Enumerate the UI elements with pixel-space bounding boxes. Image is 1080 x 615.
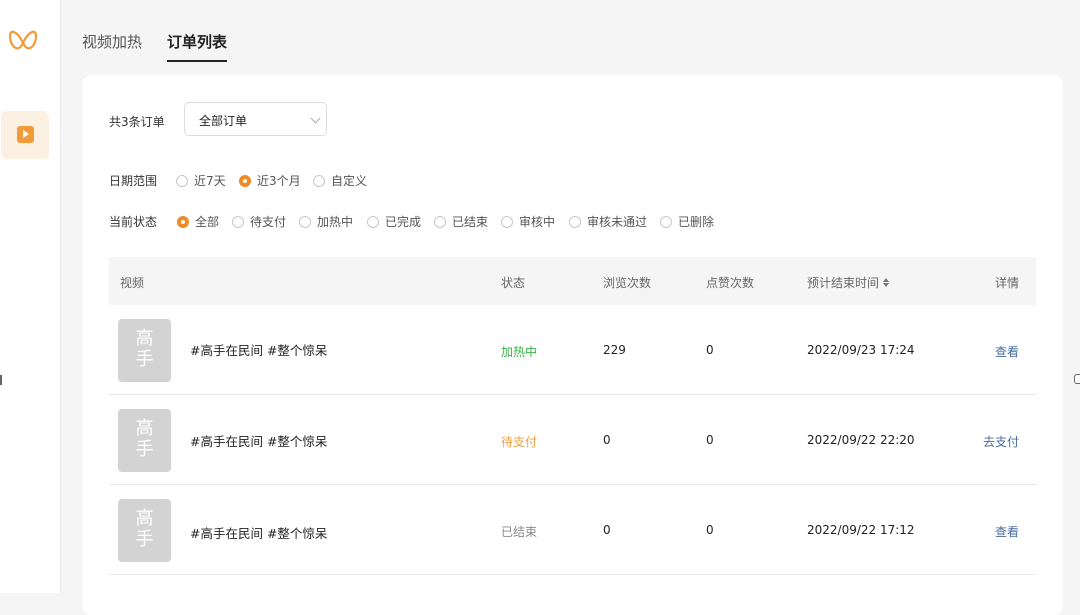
column-header-status: 状态 (501, 276, 526, 290)
video-title: #高手在民间 #整个惊呆 (190, 343, 328, 358)
likes-value: 0 (706, 343, 714, 357)
likes-value: 0 (706, 523, 714, 537)
video-title: #高手在民间 #整个惊呆 (190, 526, 328, 541)
pay-now-link[interactable]: 去支付 (983, 433, 1019, 450)
collapse-handle-left[interactable] (0, 375, 2, 385)
video-play-icon (17, 126, 34, 143)
sort-icon[interactable] (883, 278, 890, 287)
sidebar (0, 0, 61, 593)
tab-order-list[interactable]: 订单列表 (167, 31, 228, 62)
radio-icon (660, 216, 672, 228)
radio-icon (313, 175, 325, 187)
video-thumbnail[interactable]: 高 手 (118, 319, 171, 382)
status-badge: 加热中 (501, 345, 538, 359)
chevron-down-icon (310, 113, 321, 124)
order-count-label: 共3条订单 (109, 115, 165, 129)
views-value: 0 (603, 523, 611, 537)
status-option-completed[interactable]: 已完成 (367, 213, 421, 229)
radio-icon (299, 216, 311, 228)
order-type-select[interactable]: 全部订单 (184, 102, 327, 136)
radio-icon (232, 216, 244, 228)
radio-icon (434, 216, 446, 228)
tab-video-boost[interactable]: 视频加热 (82, 31, 142, 53)
butterfly-logo-icon (8, 30, 38, 50)
column-header-likes: 点赞次数 (706, 276, 755, 290)
radio-icon (569, 216, 581, 228)
video-title: #高手在民间 #整个惊呆 (190, 434, 328, 449)
radio-icon (501, 216, 513, 228)
radio-checked-icon (239, 175, 251, 187)
view-details-link[interactable]: 查看 (995, 523, 1019, 540)
status-label: 当前状态 (109, 215, 158, 229)
radio-icon (176, 175, 188, 187)
date-option-3months[interactable]: 近3个月 (239, 172, 301, 188)
order-list-card: 共3条订单 全部订单 日期范围 近7天 近3个月 自定义 当前状态 全部 待支付… (82, 75, 1063, 615)
end-time-value: 2022/09/22 17:12 (807, 523, 915, 537)
status-option-ended[interactable]: 已结束 (434, 213, 488, 229)
view-details-link[interactable]: 查看 (995, 343, 1019, 360)
date-option-custom[interactable]: 自定义 (313, 172, 367, 188)
table-row: 高 手 #高手在民间 #整个惊呆 已结束 0 0 2022/09/22 17:1… (109, 485, 1036, 575)
views-value: 0 (603, 433, 611, 447)
status-option-heating[interactable]: 加热中 (299, 213, 353, 229)
video-thumbnail[interactable]: 高 手 (118, 499, 171, 562)
column-header-views: 浏览次数 (603, 276, 652, 290)
column-header-details: 详情 (994, 276, 1019, 290)
collapse-handle-right[interactable] (1074, 374, 1080, 384)
status-badge: 已结束 (501, 525, 538, 539)
status-option-deleted[interactable]: 已删除 (660, 213, 714, 229)
table-row: 高 手 #高手在民间 #整个惊呆 加热中 229 0 2022/09/23 17… (109, 305, 1036, 395)
status-option-pending-payment[interactable]: 待支付 (232, 213, 286, 229)
date-range-label: 日期范围 (109, 174, 158, 188)
video-thumbnail[interactable]: 高 手 (118, 409, 171, 472)
table-row: 高 手 #高手在民间 #整个惊呆 待支付 0 0 2022/09/22 22:2… (109, 395, 1036, 485)
table-header: 视频 状态 浏览次数 点赞次数 预计结束时间 详情 (109, 257, 1036, 305)
column-header-end-time[interactable]: 预计结束时间 (807, 274, 890, 291)
sidebar-item-video[interactable] (1, 111, 49, 159)
views-value: 229 (603, 343, 626, 357)
likes-value: 0 (706, 433, 714, 447)
order-type-select-value: 全部订单 (199, 114, 248, 128)
date-option-7days[interactable]: 近7天 (176, 172, 226, 188)
end-time-value: 2022/09/22 22:20 (807, 433, 915, 447)
end-time-value: 2022/09/23 17:24 (807, 343, 915, 357)
status-option-rejected[interactable]: 审核未通过 (569, 213, 647, 229)
radio-checked-icon (177, 216, 189, 228)
status-badge: 待支付 (501, 435, 538, 449)
column-header-video: 视频 (120, 276, 145, 290)
status-option-reviewing[interactable]: 审核中 (501, 213, 555, 229)
status-option-all[interactable]: 全部 (177, 213, 219, 229)
radio-icon (367, 216, 379, 228)
